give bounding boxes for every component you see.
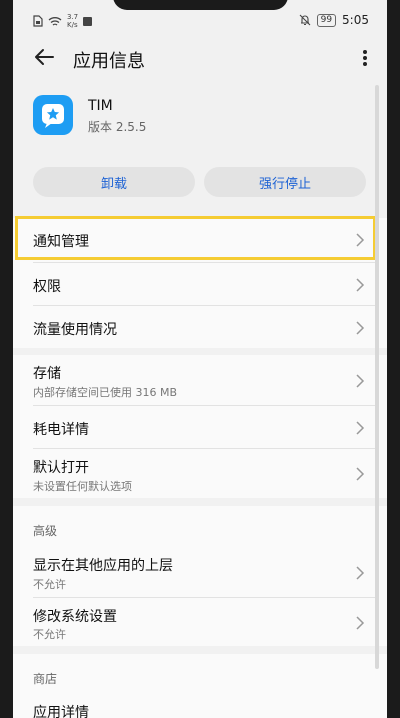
phone-screen: 3.7 K/s 99 5:05 应用信息 TIM 版本 2.5.5 卸载 强行停 [13, 0, 387, 718]
menu-card-storage: 存储 内部存储空间已使用 316 MB 耗电详情 默认打开 未设置任何默认选项 [13, 355, 387, 498]
modify-system-settings-subtitle: 不允许 [33, 628, 66, 641]
open-by-default-row[interactable]: 默认打开 未设置任何默认选项 [13, 449, 387, 498]
storage-subtitle: 内部存储空间已使用 316 MB [33, 386, 178, 399]
page-title: 应用信息 [73, 51, 145, 72]
chevron-right-icon [356, 467, 365, 481]
app-name: TIM [88, 98, 113, 114]
scrollbar[interactable] [375, 85, 379, 669]
battery-usage-label: 耗电详情 [33, 422, 89, 438]
notifications-label: 通知管理 [33, 234, 89, 250]
more-vertical-icon [363, 50, 367, 66]
chevron-right-icon [356, 321, 365, 335]
notifications-row[interactable]: 通知管理 [13, 218, 387, 260]
menu-card-main: 通知管理 权限 流量使用情况 [13, 218, 387, 348]
chevron-right-icon [356, 566, 365, 580]
network-speed-unit: K/s [67, 21, 78, 29]
storage-label: 存储 [33, 366, 61, 382]
display-over-apps-subtitle: 不允许 [33, 578, 66, 591]
display-over-apps-label: 显示在其他应用的上层 [33, 558, 173, 574]
uninstall-button[interactable]: 卸载 [33, 167, 195, 197]
chevron-right-icon [356, 233, 365, 247]
chevron-right-icon [356, 374, 365, 388]
status-right: 99 5:05 [299, 13, 369, 27]
modify-system-settings-label: 修改系统设置 [33, 609, 117, 625]
permissions-label: 权限 [33, 279, 61, 295]
storage-row[interactable]: 存储 内部存储空间已使用 316 MB [13, 355, 387, 405]
clock: 5:05 [342, 13, 369, 27]
chevron-right-icon [356, 616, 365, 630]
app-details-label: 应用详情 [33, 705, 89, 718]
arrow-left-icon [35, 49, 54, 65]
store-card: 商店 应用详情 [13, 654, 387, 718]
display-over-apps-row[interactable]: 显示在其他应用的上层 不允许 [13, 547, 387, 597]
advanced-section-heading: 高级 [33, 524, 58, 538]
status-left: 3.7 K/s [33, 13, 93, 29]
back-button[interactable] [31, 44, 57, 70]
store-section-heading: 商店 [33, 672, 58, 686]
battery-indicator: 99 [316, 13, 337, 27]
data-usage-label: 流量使用情况 [33, 322, 117, 338]
force-stop-button[interactable]: 强行停止 [204, 167, 366, 197]
data-usage-row[interactable]: 流量使用情况 [13, 306, 387, 348]
wifi-icon [48, 16, 62, 26]
app-bar: 应用信息 [13, 38, 387, 80]
open-by-default-subtitle: 未设置任何默认选项 [33, 480, 132, 493]
network-speed: 3.7 K/s [67, 13, 78, 29]
network-speed-value: 3.7 [67, 13, 79, 21]
advanced-card: 高级 显示在其他应用的上层 不允许 修改系统设置 不允许 [13, 506, 387, 646]
status-bar: 3.7 K/s 99 5:05 [13, 0, 387, 42]
open-by-default-label: 默认打开 [33, 460, 89, 476]
app-logo-icon [33, 95, 73, 135]
permissions-row[interactable]: 权限 [13, 263, 387, 305]
sim-card-icon [33, 15, 43, 27]
battery-usage-row[interactable]: 耗电详情 [13, 406, 387, 448]
app-details-row[interactable]: 应用详情 [13, 694, 387, 718]
modify-system-settings-row[interactable]: 修改系统设置 不允许 [13, 598, 387, 646]
app-version: 版本 2.5.5 [88, 120, 147, 134]
more-options-button[interactable] [355, 44, 375, 72]
mute-bell-icon [299, 14, 310, 26]
chevron-right-icon [356, 421, 365, 435]
chevron-right-icon [356, 278, 365, 292]
notification-square-icon [83, 16, 93, 26]
